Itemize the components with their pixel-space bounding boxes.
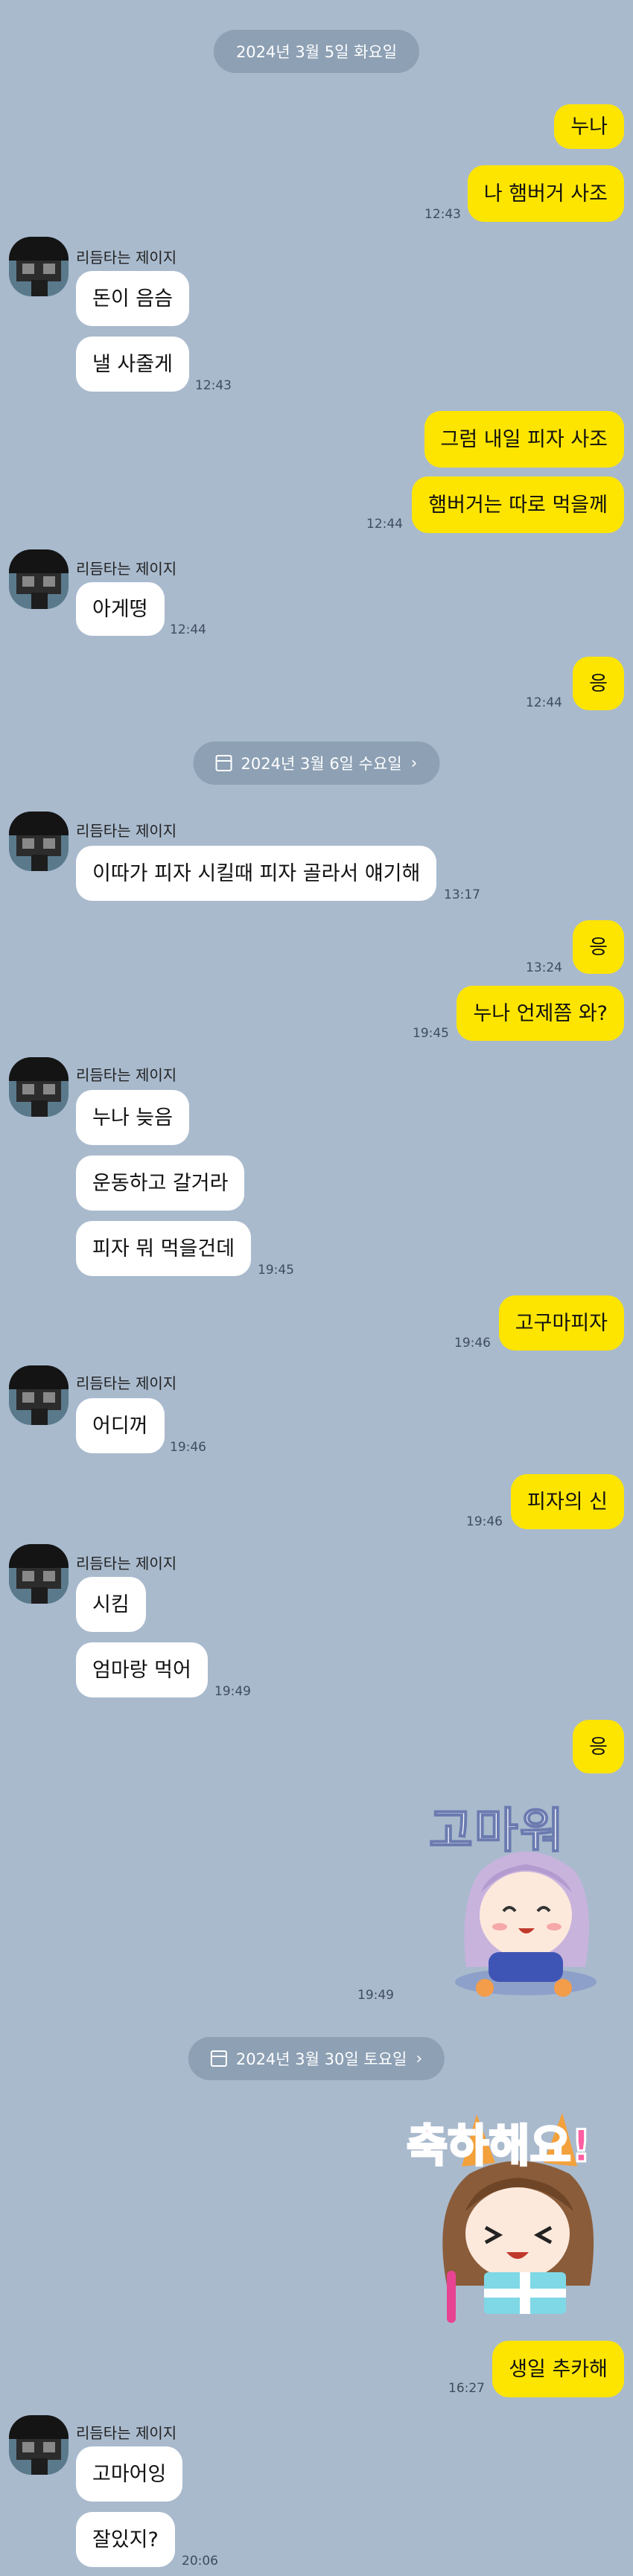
message-text: 돈이 음슴 bbox=[92, 287, 173, 310]
sender-name: 리듬타는 제이지 bbox=[76, 1555, 177, 1572]
message-time: 13:24 bbox=[526, 960, 562, 975]
other-message-bubble[interactable]: 이따가 피자 시킬때 피자 골라서 얘기해 bbox=[76, 846, 437, 901]
avatar[interactable] bbox=[9, 1365, 69, 1425]
message-time: 12:44 bbox=[170, 622, 206, 637]
my-message-bubble[interactable]: 누나 언제쯤 와? bbox=[457, 986, 624, 1041]
my-message-bubble[interactable]: 고구마피자 bbox=[498, 1295, 624, 1351]
other-message-bubble[interactable]: 피자 뭐 먹을건데 bbox=[76, 1221, 252, 1276]
message-text: 고구마피자 bbox=[515, 1311, 608, 1335]
sender-name: 리듬타는 제이지 bbox=[76, 2424, 177, 2442]
other-message-bubble[interactable]: 누나 늦음 bbox=[76, 1090, 189, 1145]
other-message-bubble[interactable]: 엄마랑 먹어 bbox=[76, 1642, 208, 1697]
other-message-bubble[interactable]: 낼 사줄게 bbox=[76, 337, 189, 392]
other-message-bubble[interactable]: 어디꺼 bbox=[76, 1398, 165, 1453]
other-message-bubble[interactable]: 시킴 bbox=[76, 1577, 146, 1632]
message-text: 시킴 bbox=[92, 1593, 130, 1616]
sticker-text: 축하해요! bbox=[405, 2120, 592, 2174]
thank-you-sticker[interactable]: 고마워 bbox=[414, 1781, 630, 2004]
message-text: 생일 추카해 bbox=[509, 2357, 608, 2381]
message-text: 누나 bbox=[570, 115, 608, 138]
my-message-bubble[interactable]: 햄버거는 따로 먹을께 bbox=[412, 476, 624, 533]
message-time: 19:46 bbox=[454, 1336, 491, 1351]
other-message-bubble[interactable]: 잘있지? bbox=[76, 2512, 175, 2567]
congratulations-sticker[interactable]: 축하해요! bbox=[395, 2100, 630, 2338]
message-time: 12:43 bbox=[195, 378, 232, 393]
message-text: 운동하고 갈거라 bbox=[92, 1171, 229, 1195]
message-time: 19:46 bbox=[170, 1440, 206, 1455]
sender-name: 리듬타는 제이지 bbox=[76, 1374, 177, 1392]
avatar[interactable] bbox=[9, 812, 69, 871]
message-time: 19:45 bbox=[258, 1263, 294, 1278]
date-label: 2024년 3월 5일 화요일 bbox=[235, 43, 398, 61]
message-time: 12:43 bbox=[424, 207, 461, 222]
message-time: 19:45 bbox=[413, 1026, 449, 1041]
message-text: 어디꺼 bbox=[92, 1414, 148, 1438]
avatar[interactable] bbox=[9, 2415, 69, 2475]
my-message-bubble[interactable]: 누나 bbox=[554, 104, 624, 149]
my-message-bubble[interactable]: 피자의 신 bbox=[511, 1474, 624, 1529]
message-text: 엄마랑 먹어 bbox=[92, 1658, 191, 1682]
message-text: 피자 뭐 먹을건데 bbox=[92, 1237, 235, 1260]
date-label: 2024년 3월 30일 토요일 bbox=[235, 2050, 407, 2068]
message-text: 나 햄버거 사조 bbox=[483, 182, 608, 205]
message-time: 20:06 bbox=[182, 2554, 218, 2569]
message-time: 19:46 bbox=[466, 1514, 503, 1529]
other-message-bubble[interactable]: 고마어잉 bbox=[76, 2446, 183, 2502]
sender-name: 리듬타는 제이지 bbox=[76, 1066, 177, 1084]
my-message-bubble[interactable]: 생일 추카해 bbox=[492, 2341, 624, 2397]
message-text: 누나 언제쯤 와? bbox=[473, 1001, 608, 1025]
message-time: 13:17 bbox=[444, 887, 480, 902]
message-text: 응 bbox=[589, 672, 608, 695]
my-message-bubble[interactable]: 그럼 내일 피자 사조 bbox=[424, 411, 624, 468]
message-time: 19:49 bbox=[214, 1684, 251, 1699]
message-text: 아게떵 bbox=[92, 597, 148, 621]
my-message-bubble[interactable]: 응 bbox=[573, 920, 624, 974]
my-message-bubble[interactable]: 응 bbox=[573, 657, 624, 710]
message-text: 잘있지? bbox=[92, 2528, 159, 2551]
sender-name: 리듬타는 제이지 bbox=[76, 249, 177, 267]
sender-name: 리듬타는 제이지 bbox=[76, 822, 177, 840]
date-separator[interactable]: 2024년 3월 30일 토요일 › bbox=[188, 2037, 445, 2080]
message-text: 응 bbox=[589, 1735, 608, 1759]
chevron-right-icon: › bbox=[416, 2049, 423, 2068]
message-time: 12:44 bbox=[526, 695, 562, 710]
message-text: 낼 사줄게 bbox=[92, 352, 173, 376]
message-time: 19:49 bbox=[357, 1988, 394, 2003]
other-message-bubble[interactable]: 운동하고 갈거라 bbox=[76, 1155, 245, 1211]
date-separator[interactable]: 2024년 3월 6일 수요일 › bbox=[193, 742, 440, 785]
message-time: 16:27 bbox=[448, 2381, 485, 2396]
date-separator: 2024년 3월 5일 화요일 bbox=[213, 30, 420, 73]
message-text: 햄버거는 따로 먹을께 bbox=[428, 493, 608, 517]
avatar[interactable] bbox=[9, 237, 69, 296]
sticker-text: 고마워 bbox=[428, 1803, 565, 1860]
other-message-bubble[interactable]: 아게떵 bbox=[76, 582, 165, 636]
message-text: 누나 늦음 bbox=[92, 1106, 173, 1129]
message-text: 응 bbox=[589, 935, 608, 959]
sender-name: 리듬타는 제이지 bbox=[76, 560, 177, 578]
avatar[interactable] bbox=[9, 549, 69, 609]
calendar-icon bbox=[215, 755, 232, 771]
message-time: 12:44 bbox=[366, 517, 403, 532]
other-message-bubble[interactable]: 돈이 음슴 bbox=[76, 271, 189, 326]
calendar-icon bbox=[210, 2050, 227, 2067]
my-message-bubble[interactable]: 응 bbox=[573, 1720, 624, 1773]
avatar[interactable] bbox=[9, 1544, 69, 1604]
message-text: 피자의 신 bbox=[527, 1490, 608, 1514]
chevron-right-icon: › bbox=[410, 753, 418, 773]
message-text: 고마어잉 bbox=[92, 2462, 167, 2486]
date-label: 2024년 3월 6일 수요일 bbox=[241, 755, 402, 773]
my-message-bubble[interactable]: 나 햄버거 사조 bbox=[467, 165, 624, 222]
avatar[interactable] bbox=[9, 1057, 69, 1117]
message-text: 이따가 피자 시킬때 피자 골라서 얘기해 bbox=[92, 861, 421, 885]
message-text: 그럼 내일 피자 사조 bbox=[440, 427, 608, 451]
